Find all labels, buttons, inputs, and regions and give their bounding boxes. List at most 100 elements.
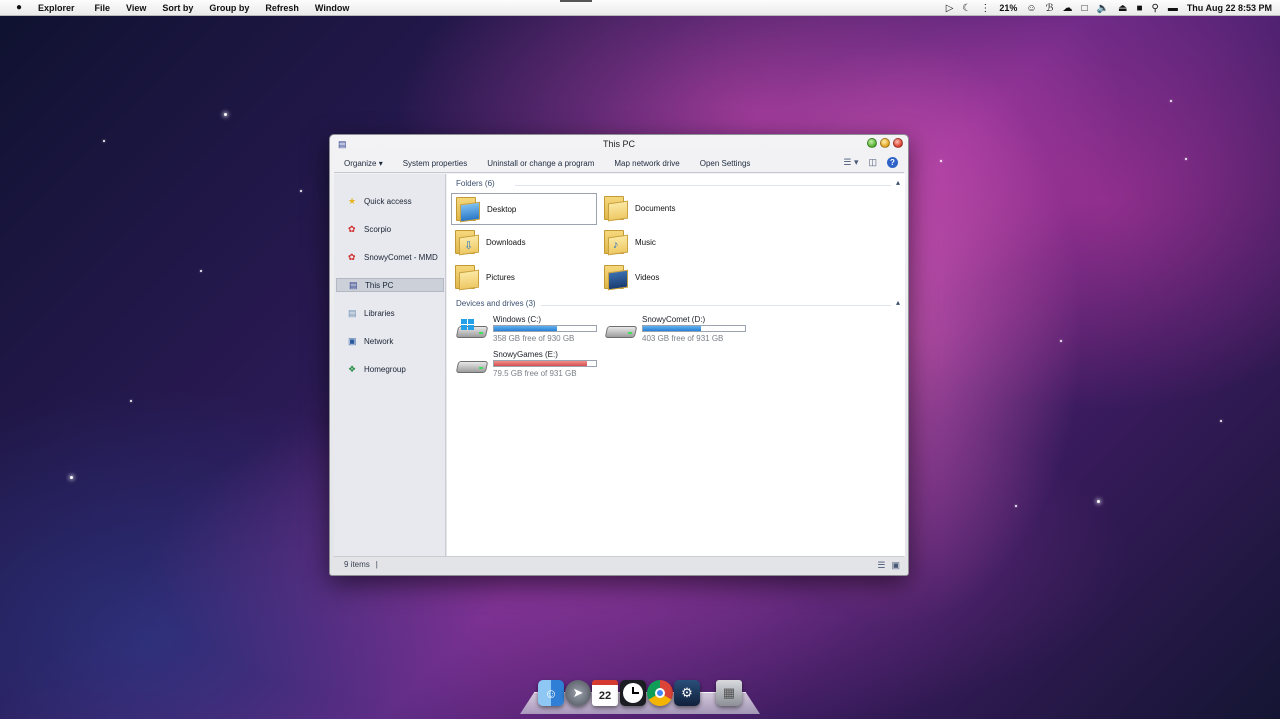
organize-button[interactable]: Organize ▾ bbox=[334, 159, 393, 168]
help-icon[interactable]: ? bbox=[887, 157, 898, 168]
maximize-button[interactable] bbox=[867, 138, 877, 148]
moon-icon[interactable]: ☾ bbox=[962, 3, 971, 14]
menu-view[interactable]: View bbox=[126, 3, 146, 13]
launchpad-icon[interactable]: ➤ bbox=[565, 680, 591, 706]
folder-music[interactable]: ♪ Music bbox=[600, 227, 746, 259]
clock-icon[interactable] bbox=[620, 680, 646, 706]
preview-pane-icon[interactable]: ◫ bbox=[868, 157, 877, 168]
downloads-folder-icon: ⇩ bbox=[455, 230, 481, 256]
computer-icon: ▤ bbox=[349, 279, 358, 290]
drive-c[interactable]: Windows (C:) 358 GB free of 930 GB bbox=[451, 313, 597, 347]
menu-window[interactable]: Window bbox=[315, 3, 349, 13]
system-properties-button[interactable]: System properties bbox=[393, 159, 477, 168]
star-decoration bbox=[103, 140, 105, 142]
status-divider: | bbox=[375, 560, 378, 569]
sidebar-item-this-pc[interactable]: ▤ This PC bbox=[336, 278, 444, 292]
drive-e[interactable]: SnowyGames (E:) 79.5 GB free of 931 GB bbox=[451, 348, 597, 382]
star-decoration bbox=[70, 476, 73, 479]
window-title: This PC bbox=[602, 139, 635, 149]
apple-menu-icon[interactable]: ● bbox=[0, 2, 38, 13]
desktop-folder-icon bbox=[456, 197, 482, 223]
clock[interactable]: Thu Aug 22 8:53 PM bbox=[1187, 3, 1272, 13]
star-decoration bbox=[1097, 500, 1100, 503]
chrome-icon[interactable] bbox=[647, 680, 673, 706]
star-decoration bbox=[1220, 420, 1222, 422]
sidebar-item-libraries[interactable]: ▤ Libraries bbox=[336, 306, 444, 320]
volume-icon[interactable]: 🔈 bbox=[1097, 3, 1109, 14]
star-decoration bbox=[1170, 100, 1172, 102]
menubar-indicator bbox=[560, 0, 592, 2]
open-settings-button[interactable]: Open Settings bbox=[690, 159, 761, 168]
play-icon[interactable]: ▷ bbox=[946, 3, 954, 14]
drive-usage-bar bbox=[642, 325, 746, 332]
user-icon: ✿ bbox=[348, 251, 356, 262]
folder-pictures[interactable]: Pictures bbox=[451, 262, 597, 294]
folder-desktop[interactable]: Desktop bbox=[451, 193, 597, 225]
battery-icon[interactable]: ⋮ bbox=[980, 3, 990, 14]
finder-icon[interactable]: ☺ bbox=[538, 680, 564, 706]
user-icon: ✿ bbox=[348, 223, 356, 234]
close-button[interactable] bbox=[893, 138, 903, 148]
sidebar-item-quick-access[interactable]: ★ Quick access bbox=[336, 194, 444, 208]
display-icon[interactable]: □ bbox=[1081, 3, 1087, 14]
videos-folder-icon bbox=[604, 265, 630, 291]
star-decoration bbox=[300, 190, 302, 192]
airplay-icon[interactable]: ☁ bbox=[1062, 3, 1072, 14]
minimize-button[interactable] bbox=[880, 138, 890, 148]
folder-downloads[interactable]: ⇩ Downloads bbox=[451, 227, 597, 259]
drive-d[interactable]: SnowyComet (D:) 403 GB free of 931 GB bbox=[600, 313, 746, 347]
trash-icon[interactable]: ▦ bbox=[716, 680, 742, 706]
calendar-icon[interactable]: 22 bbox=[592, 680, 618, 706]
navigation-pane: ★ Quick access ✿ Scorpio ✿ SnowyComet - … bbox=[334, 174, 446, 556]
music-folder-icon: ♪ bbox=[604, 230, 630, 256]
control-center-icon[interactable]: ▬ bbox=[1168, 3, 1178, 14]
item-count: 9 items bbox=[344, 560, 370, 569]
title-bar[interactable]: ▤ This PC bbox=[330, 135, 908, 153]
star-decoration bbox=[940, 160, 942, 162]
app-menu[interactable]: Explorer bbox=[38, 3, 75, 13]
large-icons-view-icon[interactable]: ▣ bbox=[891, 560, 900, 571]
notification-icon[interactable]: ■ bbox=[1136, 3, 1142, 14]
menu-group-by[interactable]: Group by bbox=[209, 3, 249, 13]
star-decoration bbox=[200, 270, 202, 272]
hard-drive-icon bbox=[604, 322, 638, 338]
explorer-window: ▤ This PC Organize ▾ System properties U… bbox=[329, 134, 909, 576]
sidebar-item-snowycomet[interactable]: ✿ SnowyComet - MMD bbox=[336, 250, 444, 264]
folder-documents[interactable]: Documents bbox=[600, 193, 746, 225]
map-network-drive-button[interactable]: Map network drive bbox=[604, 159, 689, 168]
steam-icon[interactable]: ⚙ bbox=[674, 680, 700, 706]
bluetooth-icon[interactable]: ℬ bbox=[1046, 3, 1054, 14]
folder-videos[interactable]: Videos bbox=[600, 262, 746, 294]
homegroup-icon: ❖ bbox=[348, 363, 357, 374]
status-bar: 9 items | ☰ ▣ bbox=[334, 556, 904, 572]
user-icon[interactable]: ☺ bbox=[1026, 3, 1036, 14]
drive-usage-bar bbox=[493, 360, 597, 367]
sidebar-item-network[interactable]: ▣ Network bbox=[336, 334, 444, 348]
chevron-up-icon[interactable]: ▴ bbox=[896, 298, 900, 307]
eject-icon[interactable]: ⏏ bbox=[1118, 3, 1127, 14]
star-decoration bbox=[1060, 340, 1062, 342]
chevron-up-icon[interactable]: ▴ bbox=[896, 178, 900, 187]
sidebar-item-scorpio[interactable]: ✿ Scorpio bbox=[336, 222, 444, 236]
details-view-icon[interactable]: ☰ bbox=[877, 560, 885, 571]
hard-drive-icon bbox=[455, 319, 489, 338]
command-bar: Organize ▾ System properties Uninstall o… bbox=[334, 154, 904, 173]
documents-folder-icon bbox=[604, 196, 630, 222]
star-decoration bbox=[224, 113, 227, 116]
sidebar-item-homegroup[interactable]: ❖ Homegroup bbox=[336, 362, 444, 376]
libraries-icon: ▤ bbox=[348, 307, 357, 318]
network-icon: ▣ bbox=[348, 335, 357, 346]
battery-percent[interactable]: 21% bbox=[999, 3, 1017, 13]
chevron-down-icon: ▾ bbox=[378, 158, 383, 168]
menu-sort-by[interactable]: Sort by bbox=[162, 3, 193, 13]
uninstall-program-button[interactable]: Uninstall or change a program bbox=[477, 159, 604, 168]
folders-group-header[interactable]: Folders (6) ▴ bbox=[447, 178, 905, 191]
star-icon: ★ bbox=[348, 195, 357, 206]
menu-refresh[interactable]: Refresh bbox=[265, 3, 299, 13]
drives-group-header[interactable]: Devices and drives (3) ▴ bbox=[447, 298, 905, 311]
view-options-icon[interactable]: ☰ ▾ bbox=[843, 157, 858, 168]
content-pane: Folders (6) ▴ Desktop Documents ⇩ Downlo… bbox=[447, 174, 905, 556]
search-icon[interactable]: ⚲ bbox=[1151, 3, 1158, 14]
star-decoration bbox=[1185, 158, 1187, 160]
menu-file[interactable]: File bbox=[95, 3, 111, 13]
